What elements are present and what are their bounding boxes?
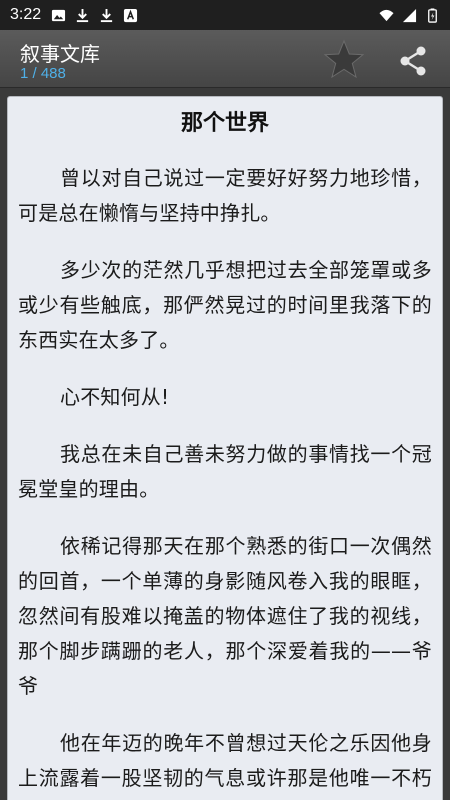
chapter-title: 那个世界 xyxy=(180,111,269,136)
download-icon xyxy=(77,8,89,22)
paragraph: 依稀记得那天在那个熟悉的街口一次偶然的回首，一个单薄的身影随风卷入我的眼眶，忽然… xyxy=(18,534,432,698)
paragraph: 我总在未自己善未努力做的事情找一个冠冕堂皇的理由。 xyxy=(18,442,432,501)
paragraph: 曾以对自己说过一定要好好努力地珍惜，可是总在懒惰与坚持中挣扎。 xyxy=(18,166,432,225)
app-bar: 叙事文库 1 / 488 xyxy=(0,30,450,88)
status-bar: 3:22 xyxy=(0,0,450,30)
wifi-icon xyxy=(379,9,394,21)
page-indicator: 1 / 488 xyxy=(20,65,66,82)
image-icon xyxy=(52,9,66,21)
signal-icon xyxy=(402,8,417,22)
system-icons xyxy=(379,7,440,23)
notification-icons xyxy=(51,8,138,23)
app-title: 叙事文库 xyxy=(20,42,100,66)
battery-icon xyxy=(428,7,437,23)
status-time: 3:22 xyxy=(10,6,42,23)
paragraph: 他在年迈的晚年不曾想过天伦之乐因他身上流露着一股坚韧的气息或许那是他唯一不朽的灵… xyxy=(18,731,432,790)
share-icon[interactable] xyxy=(396,44,430,78)
reading-page[interactable]: 那个世界 曾以对自己说过一定要好好努力地珍惜，可是总在懒惰与坚持中挣扎。 多少次… xyxy=(7,96,443,800)
download-icon xyxy=(101,8,113,22)
paragraph: 多少次的茫然几乎想把过去全部笼罩或多或少有些触底，那俨然晃过的时间里我落下的东西… xyxy=(18,258,432,352)
paragraph: 心不知何从! xyxy=(60,385,170,409)
star-icon[interactable] xyxy=(322,38,366,82)
text-a-icon xyxy=(124,8,138,22)
